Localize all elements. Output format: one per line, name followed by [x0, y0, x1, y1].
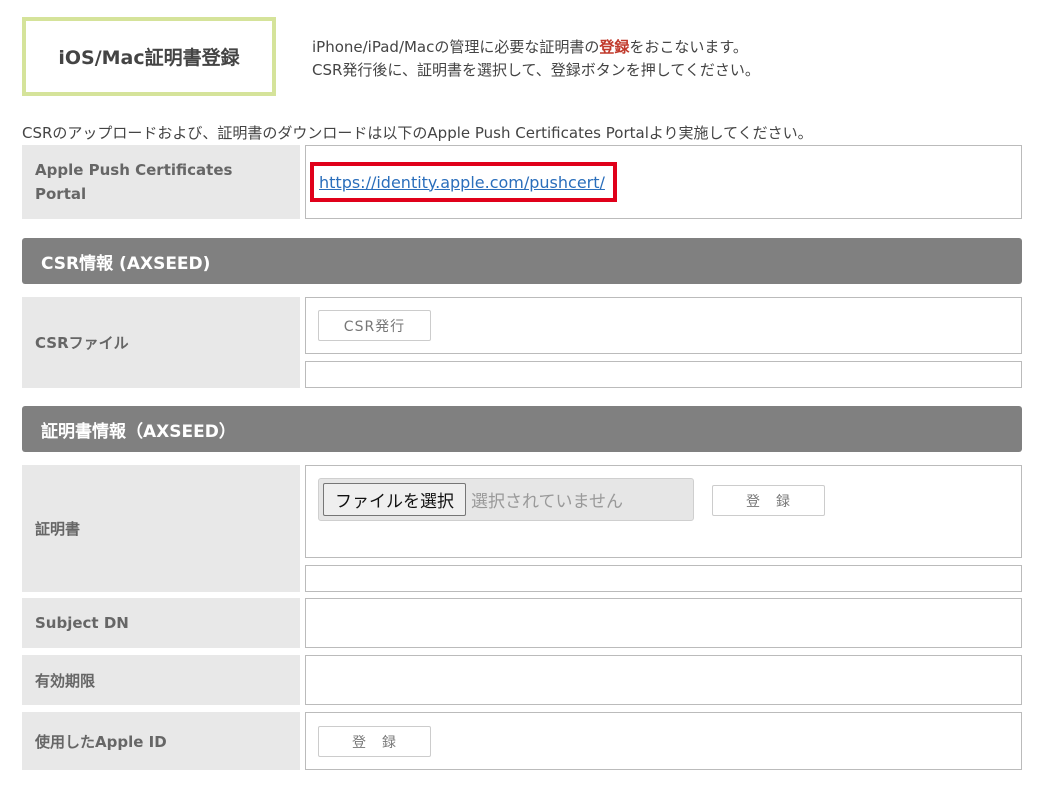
csr-issue-button[interactable]: CSR発行 [318, 310, 431, 341]
file-input[interactable]: ファイルを選択 選択されていません [318, 478, 694, 521]
intro-line-1: iPhone/iPad/Macの管理に必要な証明書の登録をおこないます。 [312, 38, 748, 56]
cert-label: 証明書 [22, 465, 300, 592]
intro-highlight: 登録 [599, 38, 630, 56]
page-title: iOS/Mac証明書登録 [22, 17, 276, 96]
file-status-text: 選択されていません [471, 492, 623, 512]
subject-dn-label: Subject DN [22, 598, 300, 648]
apple-id-label: 使用したApple ID [22, 712, 300, 770]
cert-output [305, 565, 1022, 592]
subject-dn-value [305, 598, 1022, 648]
intro-line-2: CSR発行後に、証明書を選択して、登録ボタンを押してください。 [312, 61, 760, 79]
intro-text: iPhone/iPad/Macの管理に必要な証明書の登録をおこないます。 CSR… [312, 36, 760, 82]
register-button[interactable]: 登 録 [712, 485, 825, 516]
expiry-value [305, 655, 1022, 705]
csr-section-header: CSR情報 (AXSEED) [22, 238, 1022, 284]
csr-file-label: CSRファイル [22, 297, 300, 388]
portal-link[interactable]: https://identity.apple.com/pushcert/ [310, 162, 617, 202]
portal-note: CSRのアップロードおよび、証明書のダウンロードは以下のApple Push C… [22, 124, 813, 142]
apple-id-register-button[interactable]: 登 録 [318, 726, 431, 757]
portal-label: Apple Push Certificates Portal [22, 145, 300, 219]
cert-section-header: 証明書情報（AXSEED） [22, 406, 1022, 452]
csr-file-output [305, 361, 1022, 388]
expiry-label: 有効期限 [22, 655, 300, 705]
choose-file-button[interactable]: ファイルを選択 [323, 483, 466, 516]
